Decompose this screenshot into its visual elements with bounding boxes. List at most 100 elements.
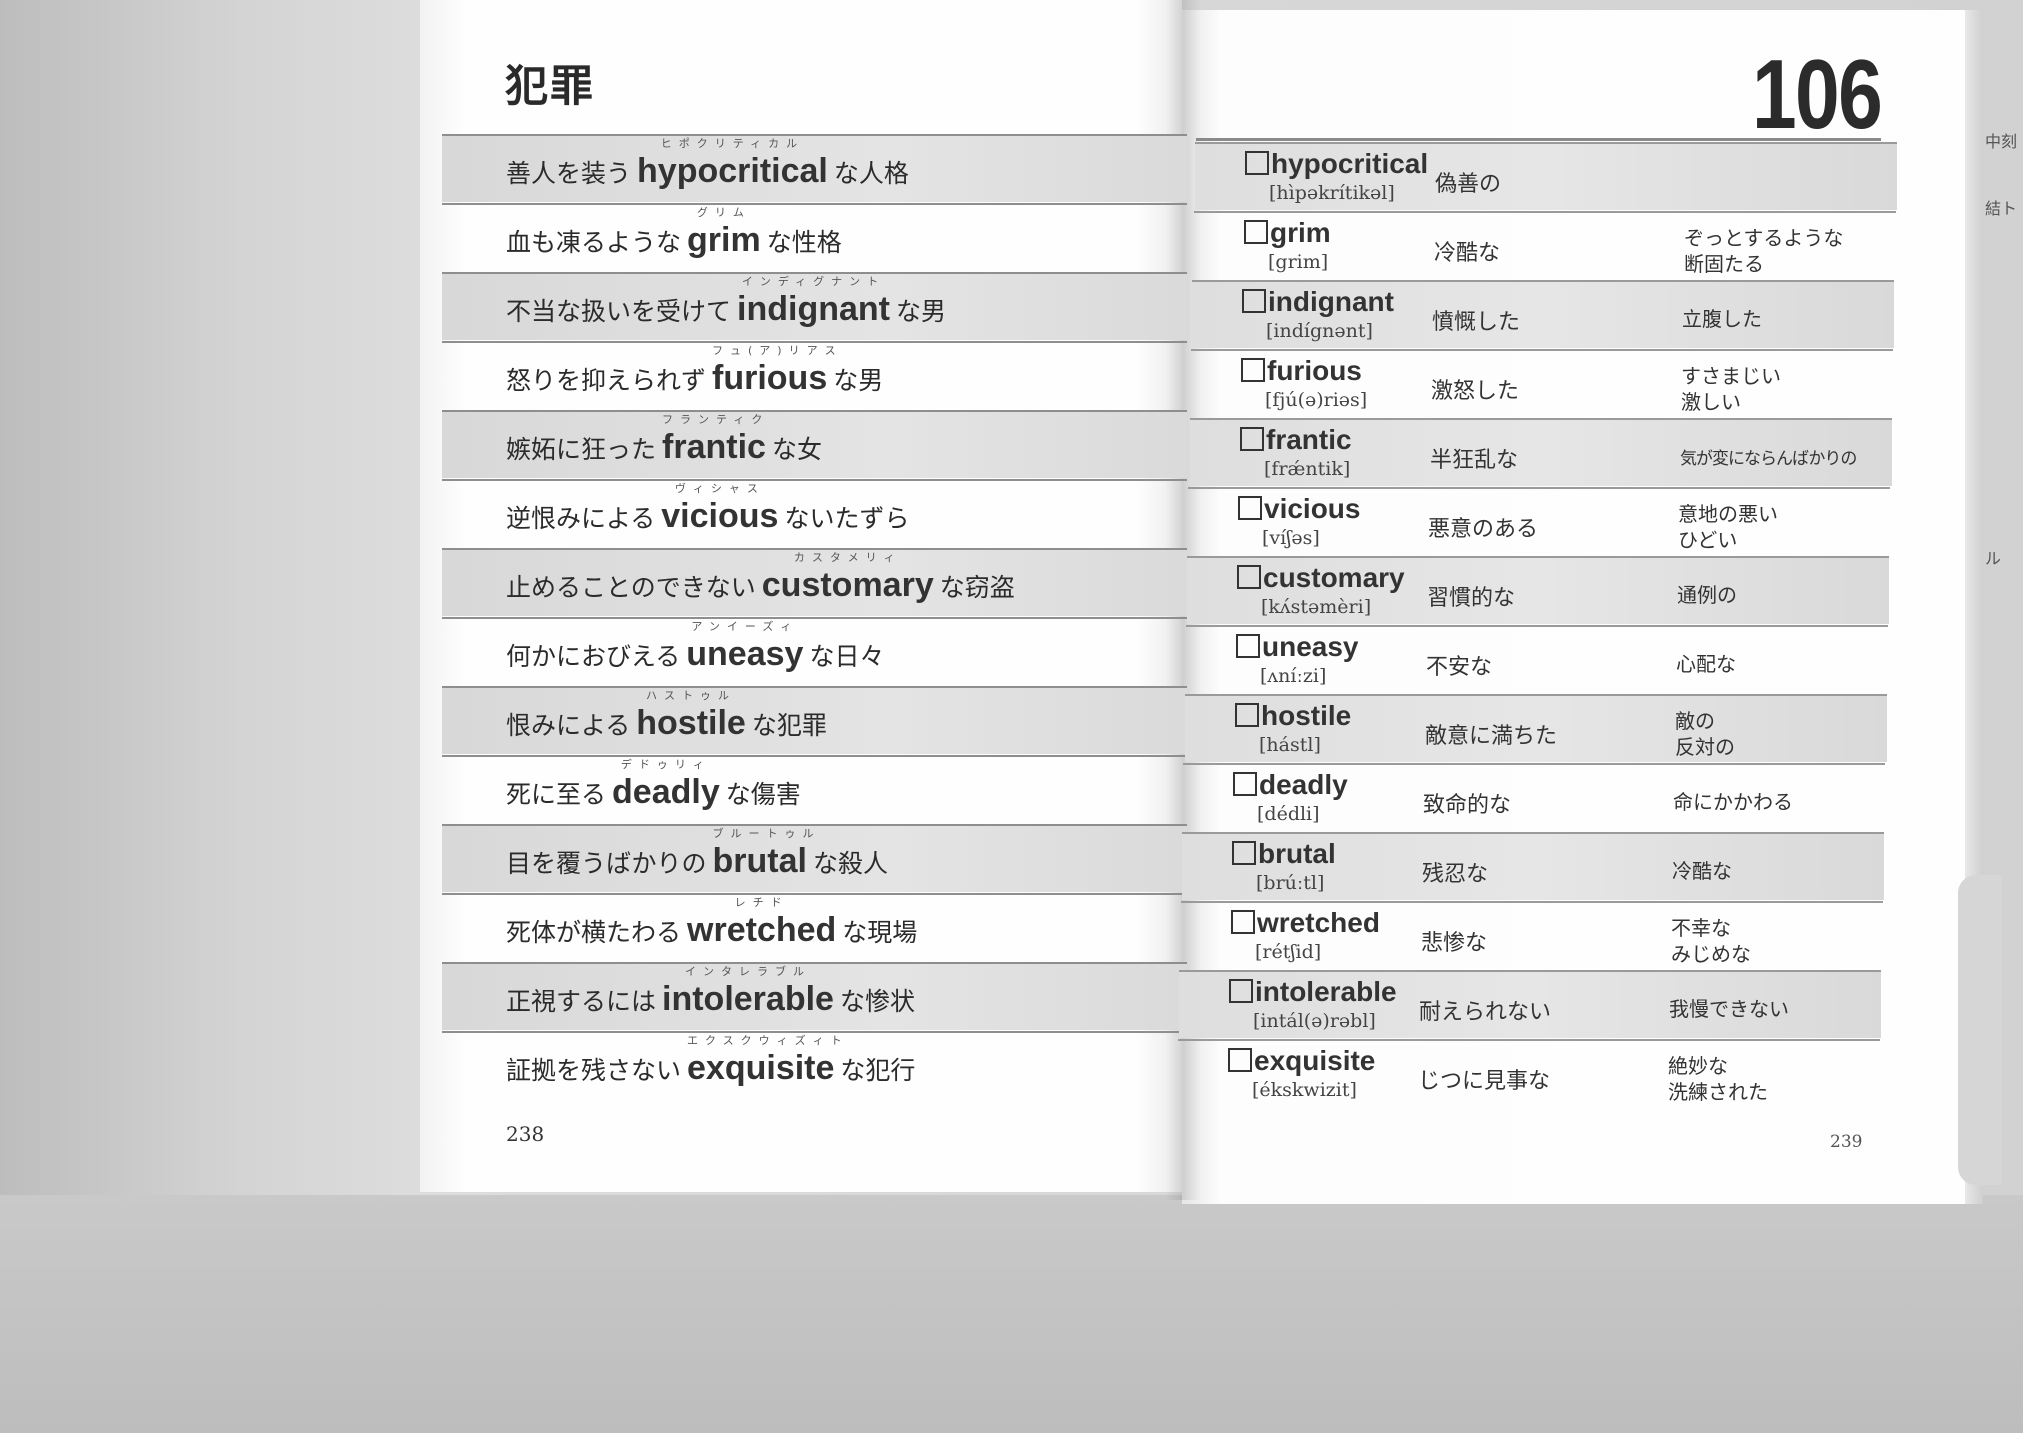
phrase-before: 何かにおびえる [506, 642, 681, 671]
vocab-word-text: indignant [1268, 286, 1394, 317]
vocab-row: exquisite [ékskwizit] じつに見事な 絶妙な 洗練された [1178, 1039, 1880, 1107]
phrase-after: な性格 [766, 228, 842, 257]
vocab-word-text: grim [1270, 217, 1331, 248]
checkbox-icon [1231, 910, 1255, 934]
vocab-meaning-secondary: 気が変にならんばかりの [1680, 449, 1857, 469]
phrase-keyword-text: wretched [687, 911, 837, 949]
vocab-pronunciation: [dédli] [1257, 803, 1320, 825]
checkbox-icon [1240, 427, 1264, 451]
phrase-text: 証拠を残さない エクスクウィズィト exquisite な犯行 [506, 1035, 916, 1087]
phrase-ruby: レチド [734, 896, 789, 909]
phrase-after: な現場 [842, 918, 918, 947]
phrase-ruby: インタレラブル [684, 965, 811, 978]
phrase-row: 死体が横たわる レチド wretched な現場 [442, 893, 1187, 961]
phrase-ruby: フュ(ア)リアス [712, 344, 843, 357]
vocab-row: indignant [indígnənt] 憤慨した 立腹した [1192, 280, 1894, 348]
section-title: 犯罪 [505, 62, 595, 112]
phrase-before: 恨みによる [506, 711, 631, 740]
vocab-word-text: furious [1267, 355, 1362, 386]
lesson-number: 106 [1752, 39, 1883, 149]
checkbox-icon [1233, 772, 1257, 796]
vocab-pronunciation: [fjú(ə)riəs] [1265, 389, 1368, 411]
bleed-through-text: 結ト [1985, 199, 2018, 218]
vocab-row: grim [grim] 冷酷な ぞっとするような 断固たる [1194, 211, 1896, 279]
vocab-pronunciation: [grim] [1268, 251, 1329, 273]
vocab-meaning-primary: 習慣的な [1427, 586, 1516, 611]
phrase-keyword-text: frantic [662, 428, 766, 466]
vocab-word: brutal [1232, 838, 1336, 870]
vocab-row: uneasy [ʌníːzi] 不安な 心配な [1186, 625, 1888, 693]
vocab-meaning-secondary: 命にかかわる [1673, 790, 1793, 814]
vocab-pronunciation: [indígnənt] [1266, 320, 1373, 342]
phrase-keyword: フランティク frantic [662, 414, 766, 466]
phrase-keyword-text: indignant [737, 290, 890, 328]
vocab-word: uneasy [1236, 631, 1359, 663]
phrase-keyword: インタレラブル intolerable [662, 966, 834, 1016]
phrase-before: 善人を装う [506, 159, 632, 188]
checkbox-icon [1244, 220, 1268, 244]
vocab-row: hostile [hástl] 敵意に満ちた 敵の 反対の [1185, 694, 1887, 762]
vocab-row: deadly [dédli] 致命的な 命にかかわる [1183, 763, 1885, 831]
phrase-keyword-text: deadly [612, 773, 720, 811]
phrase-before: 怒りを抑えられず [506, 366, 707, 395]
phrase-ruby: フランティク [662, 413, 770, 426]
vocab-word: deadly [1233, 769, 1348, 801]
phrase-ruby: ブルートゥル [712, 827, 821, 840]
checkbox-icon [1232, 841, 1256, 865]
vocab-word-text: deadly [1259, 769, 1348, 800]
phrase-before: 証拠を残さない [506, 1056, 682, 1085]
vocab-meaning-primary: じつに見事な [1418, 1069, 1551, 1094]
phrase-row: 止めることのできない カスタメリィ customary な窃盗 [442, 548, 1187, 616]
phrase-keyword: ヴィシャス vicious [661, 483, 778, 533]
phrase-row: 証拠を残さない エクスクウィズィト exquisite な犯行 [442, 1031, 1187, 1099]
phrase-ruby: インディグナント [741, 275, 886, 288]
vocab-meaning-primary: 不安な [1426, 655, 1493, 680]
phrase-text: 善人を装う ヒポクリティカル hypocritical な人格 [506, 138, 909, 190]
vocab-row: furious [fjú(ə)riəs] 激怒した すさまじい 激しい [1191, 349, 1893, 417]
checkbox-icon [1242, 289, 1266, 313]
phrase-keyword-text: hypocritical [637, 152, 828, 190]
vocab-meaning-primary: 敵意に満ちた [1425, 724, 1558, 749]
vocab-row: frantic [frǽntik] 半狂乱な 気が変にならんばかりの [1190, 418, 1892, 486]
vocab-word-text: uneasy [1262, 631, 1359, 662]
phrase-before: 血も凍るような [506, 228, 682, 257]
vocab-word-text: exquisite [1254, 1045, 1376, 1076]
vocab-meaning-secondary: 通例の [1677, 583, 1737, 607]
phrase-ruby: ヴィシャス [674, 482, 765, 495]
vocab-row: intolerable [intál(ə)rəbl] 耐えられない 我慢できない [1179, 970, 1881, 1038]
vocab-row: wretched [rétʃid] 悲惨な 不幸な みじめな [1181, 901, 1883, 969]
vocab-meaning-primary: 悲惨な [1421, 931, 1488, 956]
phrase-keyword: グリム grim [687, 207, 761, 259]
vocab-meaning-secondary: すさまじい 激しい [1681, 364, 1781, 414]
vocab-meaning-secondary: ぞっとするような 断固たる [1684, 226, 1844, 276]
scanner-background [0, 1195, 2023, 1433]
phrase-ruby: ヒポクリティカル [660, 137, 805, 150]
vocab-word-text: frantic [1266, 424, 1352, 455]
vocab-word-text: intolerable [1255, 976, 1397, 1007]
vocab-meaning-primary: 偽善の [1435, 172, 1502, 197]
vocab-word: vicious [1238, 493, 1360, 525]
phrase-before: 死に至る [506, 780, 607, 809]
vocab-pronunciation: [ékskwizit] [1252, 1079, 1357, 1101]
phrase-after: な殺人 [812, 849, 888, 878]
phrase-text: 逆恨みによる ヴィシャス vicious ないたずら [506, 483, 909, 535]
phrase-after: な犯行 [840, 1056, 916, 1085]
phrase-text: 正視するには インタレラブル intolerable な惨状 [506, 966, 915, 1018]
vocab-word-text: brutal [1258, 838, 1336, 869]
phrase-keyword-text: uneasy [686, 635, 804, 673]
phrase-keyword: カスタメリィ customary [762, 552, 934, 602]
phrase-keyword-text: grim [687, 221, 761, 259]
phrase-keyword: フュ(ア)リアス furious [712, 345, 836, 395]
phrase-before: 死体が横たわる [506, 918, 682, 947]
vocab-pronunciation: [rétʃid] [1255, 941, 1322, 963]
vocab-meaning-primary: 激怒した [1431, 379, 1520, 404]
phrase-after: な窃盗 [939, 573, 1015, 602]
phrase-row: 目を覆うばかりの ブルートゥル brutal な殺人 [442, 824, 1187, 892]
phrase-before: 目を覆うばかりの [506, 849, 707, 878]
vocab-meaning-primary: 致命的な [1423, 793, 1512, 818]
phrase-row: 逆恨みによる ヴィシャス vicious ないたずら [442, 479, 1187, 547]
vocab-word: wretched [1231, 907, 1380, 939]
vocab-row: customary [kʌ́stəmèri] 習慣的な 通例の [1187, 556, 1889, 624]
phrase-row: 善人を装う ヒポクリティカル hypocritical な人格 [442, 134, 1187, 202]
vocab-word: frantic [1240, 424, 1352, 456]
